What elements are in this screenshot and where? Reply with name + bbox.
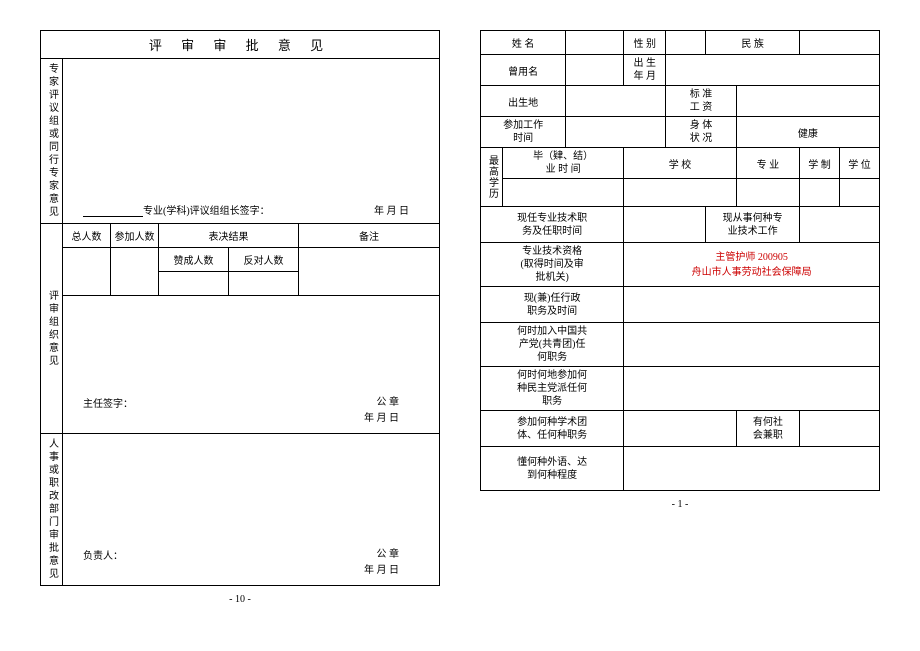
lbl-birthplace: 出生地 bbox=[481, 86, 566, 117]
review-opinion-area bbox=[63, 296, 440, 386]
val-birth bbox=[666, 55, 880, 86]
agree-cell bbox=[159, 272, 229, 296]
val-birthplace bbox=[566, 86, 666, 117]
val-worktime bbox=[566, 117, 666, 148]
val-former bbox=[566, 55, 624, 86]
val-salary bbox=[736, 86, 879, 117]
page-right: 姓 名 性 别 民 族 曾用名 出 生年 月 出生地 标 准工 资 参加工作时间… bbox=[480, 30, 880, 631]
col-oppose: 反对人数 bbox=[229, 248, 299, 272]
val-major bbox=[736, 179, 799, 207]
val-language bbox=[624, 447, 880, 491]
col-attend: 参加人数 bbox=[111, 224, 159, 248]
oppose-cell bbox=[229, 272, 299, 296]
page-left: 评 审 审 批 意 见 专家评议组或同行专家意见 专业(学科)评议组组长签字： … bbox=[40, 30, 440, 631]
val-society bbox=[624, 411, 736, 447]
val-system bbox=[800, 179, 840, 207]
lbl-edu: 最高学历 bbox=[481, 148, 503, 207]
title: 评 审 审 批 意 见 bbox=[41, 31, 440, 59]
hr-label: 人事或职改部门审批意见 bbox=[41, 434, 63, 586]
lbl-current-title: 现任专业技术职务及任职时间 bbox=[481, 207, 624, 243]
val-nation bbox=[799, 31, 879, 55]
hr-opinion-area bbox=[63, 434, 440, 524]
val-name bbox=[566, 31, 624, 55]
expert-sign-row: 专业(学科)评议组组长签字： 年 月 日 bbox=[63, 162, 440, 224]
val-gender bbox=[666, 31, 706, 55]
lbl-demparty: 何时何地参加何种民主党派任何职务 bbox=[481, 367, 624, 411]
expert-label: 专家评议组或同行专家意见 bbox=[41, 59, 63, 224]
lbl-admin: 现(兼)任行政职务及时间 bbox=[481, 287, 624, 323]
note-cell bbox=[299, 248, 440, 296]
page-number-left: - 10 - bbox=[40, 594, 440, 605]
total-cell bbox=[63, 248, 111, 296]
lbl-society: 参加何种学术团体、任何种职务 bbox=[481, 411, 624, 447]
lbl-gender: 性 别 bbox=[624, 31, 666, 55]
val-degree bbox=[840, 179, 880, 207]
col-agree: 赞成人数 bbox=[159, 248, 229, 272]
lbl-language: 懂何种外语、达到何种程度 bbox=[481, 447, 624, 491]
lbl-party: 何时加入中国共产党(共青团)任何职务 bbox=[481, 323, 624, 367]
val-demparty bbox=[624, 367, 880, 411]
personal-info-table: 姓 名 性 别 民 族 曾用名 出 生年 月 出生地 标 准工 资 参加工作时间… bbox=[480, 30, 880, 491]
hr-sign-row: 负责人： 公 章 年 月 日 bbox=[63, 524, 440, 586]
review-approval-table: 评 审 审 批 意 见 专家评议组或同行专家意见 专业(学科)评议组组长签字： … bbox=[40, 30, 440, 586]
val-health: 健康 bbox=[736, 117, 879, 148]
lbl-health: 身 体状 况 bbox=[666, 117, 736, 148]
lbl-current-work: 现从事何种专业技术工作 bbox=[706, 207, 800, 243]
lbl-major: 专 业 bbox=[736, 148, 799, 179]
review-sign-row: 主任签字： 公 章 年 月 日 bbox=[63, 386, 440, 434]
page-number-right: - 1 - bbox=[480, 499, 880, 510]
lbl-birth: 出 生年 月 bbox=[624, 55, 666, 86]
attend-cell bbox=[111, 248, 159, 296]
val-parttime bbox=[800, 411, 880, 447]
review-org-label: 评审组织意见 bbox=[41, 224, 63, 434]
lbl-nation: 民 族 bbox=[706, 31, 800, 55]
val-current-title bbox=[624, 207, 706, 243]
val-school bbox=[624, 179, 736, 207]
val-party bbox=[624, 323, 880, 367]
lbl-parttime: 有何社会兼职 bbox=[736, 411, 799, 447]
col-total: 总人数 bbox=[63, 224, 111, 248]
lbl-school: 学 校 bbox=[624, 148, 736, 179]
lbl-worktime: 参加工作时间 bbox=[481, 117, 566, 148]
lbl-salary: 标 准工 资 bbox=[666, 86, 736, 117]
lbl-degree: 学 位 bbox=[840, 148, 880, 179]
lbl-former: 曾用名 bbox=[481, 55, 566, 86]
lbl-system: 学 制 bbox=[800, 148, 840, 179]
expert-opinion-area bbox=[63, 59, 440, 162]
val-gradtime bbox=[503, 179, 624, 207]
col-note: 备注 bbox=[299, 224, 440, 248]
val-current-work bbox=[800, 207, 880, 243]
lbl-gradtime: 毕（肄、结）业 时 间 bbox=[503, 148, 624, 179]
val-qual: 主管护师 200905 舟山市人事劳动社会保障局 bbox=[624, 243, 880, 287]
lbl-name: 姓 名 bbox=[481, 31, 566, 55]
lbl-qual: 专业技术资格(取得时间及审批机关) bbox=[481, 243, 624, 287]
val-admin bbox=[624, 287, 880, 323]
col-result: 表决结果 bbox=[159, 224, 299, 248]
